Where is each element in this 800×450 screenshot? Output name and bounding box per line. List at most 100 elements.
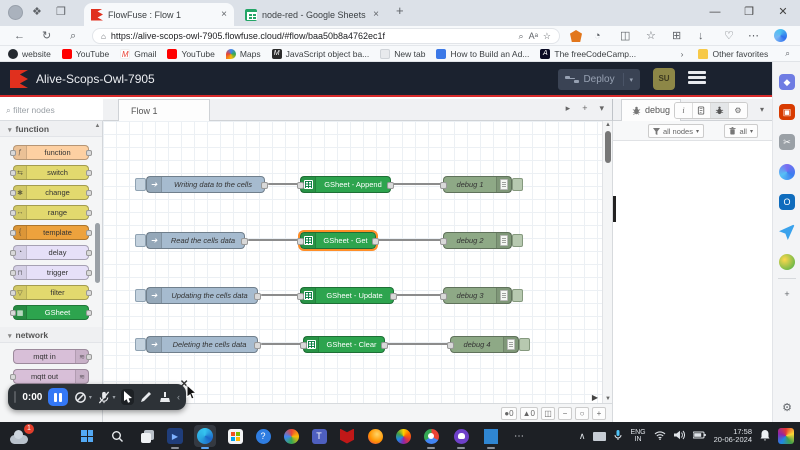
camera-app-icon[interactable] bbox=[280, 425, 302, 447]
bookmark[interactable]: YouTube bbox=[62, 49, 109, 59]
browser-essentials-icon[interactable]: ♡ bbox=[724, 28, 734, 44]
palette-node-range[interactable]: ↔range bbox=[13, 205, 89, 220]
palette-node-trigger[interactable]: ⊓trigger bbox=[13, 265, 89, 280]
debug-node[interactable]: debug 2 bbox=[443, 232, 512, 249]
taskbar-search-icon[interactable] bbox=[106, 425, 128, 447]
palette-node-gsheet[interactable]: ▦GSheet bbox=[13, 305, 89, 320]
debug-tab-icon[interactable] bbox=[711, 103, 729, 118]
drag-handle[interactable] bbox=[14, 391, 16, 403]
palette-node-filter[interactable]: ▽filter bbox=[13, 285, 89, 300]
scrollbar-thumb[interactable] bbox=[95, 223, 100, 283]
corner-widget-icon[interactable] bbox=[778, 428, 794, 444]
bookmark[interactable]: MJavaScript object ba... bbox=[272, 49, 370, 59]
copilot-icon[interactable] bbox=[774, 29, 787, 42]
scrollbar-thumb[interactable] bbox=[605, 131, 611, 163]
palette-category-network[interactable]: ▾network bbox=[0, 327, 102, 343]
bookmark[interactable]: AThe freeCodeCamp... bbox=[540, 49, 636, 59]
metamask-icon[interactable] bbox=[570, 30, 582, 42]
palette-search-input[interactable]: ⌕ filter nodes bbox=[0, 99, 103, 121]
restore-button[interactable]: ❐ bbox=[732, 0, 766, 24]
new-tab-button[interactable]: + bbox=[396, 3, 404, 18]
flow-canvas[interactable]: ➔ Writing data to the cells GSheet - App… bbox=[103, 121, 612, 403]
add-sidebar-icon[interactable]: + bbox=[779, 286, 795, 302]
inject-button[interactable] bbox=[135, 338, 146, 351]
microsoft-store-icon[interactable] bbox=[224, 425, 246, 447]
palette-node-template[interactable]: {template bbox=[13, 225, 89, 240]
config-tab-icon[interactable]: ⚙ bbox=[729, 103, 747, 118]
workspaces-icon[interactable]: ❖ bbox=[32, 5, 42, 18]
zoom-in-button[interactable]: + bbox=[592, 407, 606, 420]
bookmark[interactable]: Maps bbox=[226, 49, 261, 59]
downloads-icon[interactable]: ↓ bbox=[698, 28, 704, 44]
debug-toggle-button[interactable] bbox=[512, 234, 523, 247]
error-count-badge[interactable]: ●0 bbox=[501, 407, 516, 420]
chevron-right-icon[interactable]: › bbox=[681, 49, 684, 59]
tab-google-sheets[interactable]: node-red - Google Sheets × bbox=[238, 3, 386, 26]
inject-node[interactable]: ➔ Deleting the cells data bbox=[146, 336, 258, 353]
tab-scroll-icon[interactable]: ▸ bbox=[566, 103, 571, 114]
minimize-button[interactable]: — bbox=[698, 0, 732, 24]
debug-tab[interactable]: debug bbox=[621, 99, 681, 121]
flow-tab[interactable]: Flow 1 bbox=[118, 99, 210, 121]
chrome-icon[interactable] bbox=[420, 425, 442, 447]
collapse-chevron-icon[interactable]: ‹ bbox=[177, 392, 180, 402]
start-button[interactable] bbox=[76, 425, 98, 447]
inject-node[interactable]: ➔ Writing data to the cells bbox=[146, 176, 265, 193]
other-favorites[interactable]: Other favorites bbox=[698, 49, 768, 59]
tray-mic-icon[interactable] bbox=[614, 430, 622, 443]
home-search-icon[interactable]: ⌕ bbox=[70, 28, 76, 44]
sidebar-search-icon[interactable]: ⌕ bbox=[785, 48, 790, 59]
task-view-icon[interactable] bbox=[136, 425, 158, 447]
language-indicator[interactable]: ENGIN bbox=[630, 429, 645, 444]
inject-button[interactable] bbox=[135, 289, 146, 302]
main-menu-icon[interactable] bbox=[688, 71, 706, 85]
deploy-caret-icon[interactable]: ▾ bbox=[629, 76, 633, 84]
gsheet-append-node[interactable]: GSheet - Append bbox=[300, 176, 391, 193]
display-icon[interactable] bbox=[593, 432, 606, 441]
palette-node-mqtt-in[interactable]: ≋mqtt in bbox=[13, 349, 89, 364]
edge-icon[interactable] bbox=[194, 425, 216, 447]
teams-icon[interactable]: T bbox=[308, 425, 330, 447]
debug-toggle-button[interactable] bbox=[512, 289, 523, 302]
palette-category-function[interactable]: ▾function bbox=[0, 121, 102, 137]
favorite-star-icon[interactable]: ☆ bbox=[543, 31, 551, 42]
scroll-up-icon[interactable]: ▲ bbox=[603, 122, 612, 128]
gsheet-clear-node[interactable]: GSheet - Clear bbox=[303, 336, 385, 353]
volume-icon[interactable] bbox=[674, 430, 685, 442]
firefox-icon[interactable] bbox=[364, 425, 386, 447]
palette-node-function[interactable]: ƒfunction bbox=[13, 145, 89, 160]
extension-icon[interactable]: ◔ bbox=[594, 28, 601, 44]
zoom-page-icon[interactable]: ⌕ bbox=[519, 31, 524, 42]
deploy-button[interactable]: Deploy ▾ bbox=[558, 69, 640, 90]
pen-tool-icon[interactable] bbox=[140, 389, 153, 405]
profile-avatar[interactable] bbox=[8, 5, 23, 20]
refresh-icon[interactable]: ↻ bbox=[42, 28, 51, 44]
vscode-icon[interactable] bbox=[480, 425, 502, 447]
debug-messages-panel[interactable] bbox=[612, 141, 772, 422]
warning-count-badge[interactable]: ▲0 bbox=[520, 407, 538, 420]
debug-node[interactable]: debug 1 bbox=[443, 176, 512, 193]
wifi-icon[interactable] bbox=[654, 431, 666, 442]
sidebar-resize-grip[interactable] bbox=[613, 196, 616, 222]
canvas-scrollbar[interactable]: ▲ ▼ bbox=[602, 121, 612, 403]
bookmark[interactable]: How to Build an Ad... bbox=[436, 49, 529, 59]
games-toolbox-icon[interactable]: ▣ bbox=[779, 104, 795, 120]
zoom-reset-button[interactable]: ○ bbox=[575, 407, 589, 420]
battery-icon[interactable] bbox=[693, 431, 706, 441]
taskbar-clock[interactable]: 17:5820-06-2024 bbox=[714, 428, 752, 445]
designer-ball-icon[interactable] bbox=[779, 254, 795, 270]
inject-button[interactable] bbox=[135, 234, 146, 247]
navigator-icon[interactable]: ◫ bbox=[541, 407, 555, 420]
sidebar-menu-caret-icon[interactable]: ▾ bbox=[760, 105, 764, 114]
mcafee-icon[interactable] bbox=[336, 425, 358, 447]
camera-options-caret-icon[interactable]: ▾ bbox=[89, 394, 92, 401]
split-screen-icon[interactable]: ◫ bbox=[620, 28, 630, 44]
taskbar-overflow-icon[interactable]: ⋯ bbox=[508, 425, 530, 447]
gsheet-update-node[interactable]: GSheet - Update bbox=[300, 287, 394, 304]
collections-icon[interactable]: ⊞ bbox=[672, 28, 681, 44]
bookmark[interactable]: New tab bbox=[380, 49, 425, 59]
bookmark[interactable]: website bbox=[8, 49, 51, 59]
scroll-up-icon[interactable]: ▲ bbox=[94, 123, 101, 129]
debug-node[interactable]: debug 3 bbox=[443, 287, 512, 304]
eraser-tool-icon[interactable] bbox=[158, 389, 171, 405]
